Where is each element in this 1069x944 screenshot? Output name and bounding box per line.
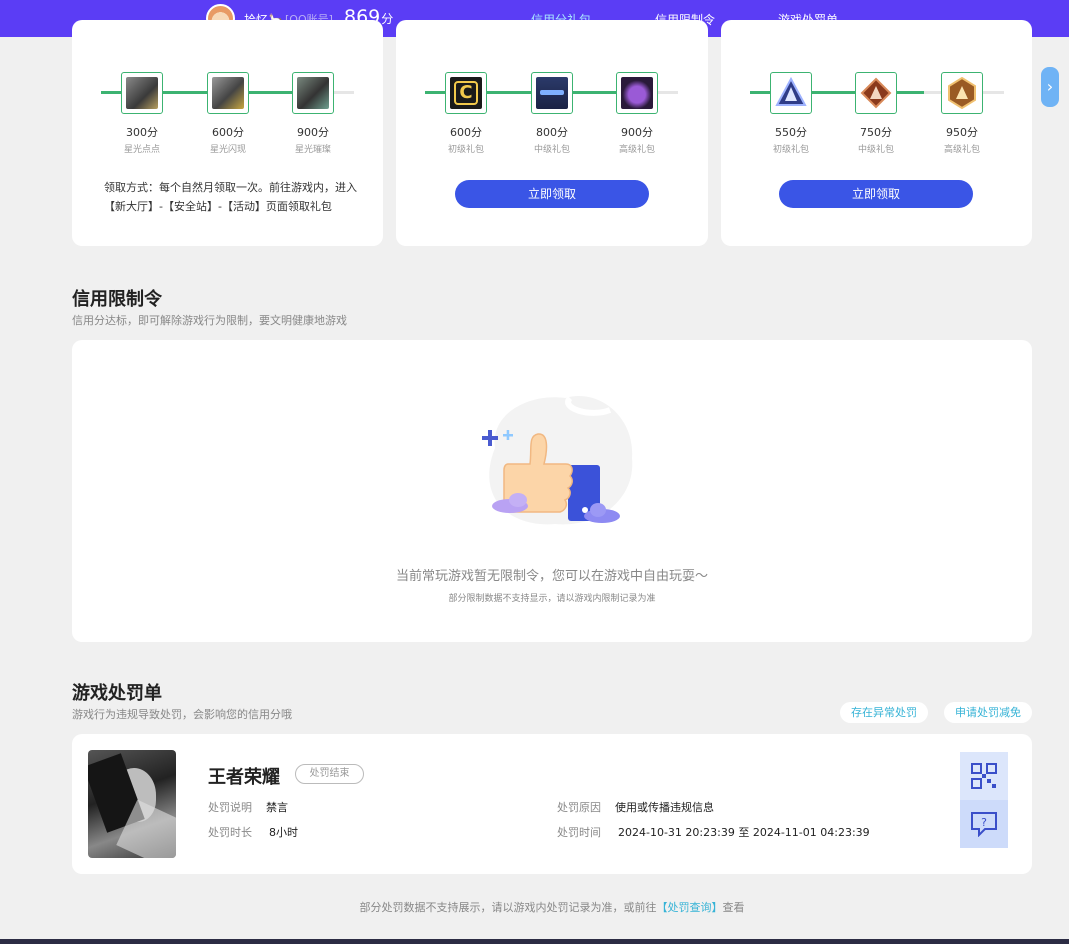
reward-name: 中级礼包 (533, 145, 570, 155)
reward-name: 星光璀璨 (294, 145, 331, 155)
penalty-reason-value: 使用或传播违规信息 (615, 801, 714, 814)
penalty-footnote: 部分处罚数据不支持展示，请以游戏内处罚记录为准，或前往【处罚查询】查看 (359, 901, 745, 914)
penalty-section-title: 游戏处罚单 (72, 683, 162, 704)
reward-item[interactable] (207, 72, 249, 114)
rank-badge-icon (860, 77, 892, 109)
reward-item[interactable]: C (445, 72, 487, 114)
bottom-bar (0, 939, 1069, 944)
thumbs-up-empty-illustration (482, 395, 633, 525)
reward-name: 星光点点 (123, 145, 160, 155)
reward-item[interactable] (292, 72, 334, 114)
reward-points: 900分 (297, 126, 329, 139)
penalty-section-subtitle: 游戏行为违规导致处罚，会影响您的信用分哦 (72, 708, 292, 721)
qr-code-icon (971, 763, 997, 789)
chevron-right-icon: › (1046, 77, 1054, 96)
reward-name: 高级礼包 (943, 145, 980, 155)
restriction-section-subtitle: 信用分达标，即可解除游戏行为限制，要文明健康地游戏 (72, 314, 347, 327)
penalty-duration-label: 处罚时长 (208, 826, 252, 839)
status-badge: 处罚结束 (295, 764, 364, 784)
penalty-desc-value: 禁言 (266, 801, 288, 814)
empty-state-note: 部分限制数据不支持显示，请以游戏内限制记录为准 (448, 594, 656, 604)
appeal-penalty-button[interactable]: 申请处罚减免 (944, 702, 1032, 723)
rank-badge-icon (775, 76, 807, 106)
penalty-desc-label: 处罚说明 (208, 801, 252, 814)
progress-track-remaining (334, 91, 354, 94)
reward-item[interactable] (941, 72, 983, 114)
reward-name: 中级礼包 (857, 145, 894, 155)
reward-name: 高级礼包 (618, 145, 655, 155)
reward-item[interactable] (770, 72, 812, 114)
reward-points: 600分 (212, 126, 244, 139)
penalty-time-label: 处罚时间 (557, 826, 601, 839)
empty-state-message: 当前常玩游戏暂无限制令，您可以在游戏中自由玩耍～ (395, 569, 708, 584)
claim-now-button[interactable]: 立即领取 (779, 180, 973, 208)
restriction-section-title: 信用限制令 (72, 289, 162, 310)
penalty-time-value: 2024-10-31 20:23:39 至 2024-11-01 04:23:3… (618, 826, 870, 839)
reward-points: 600分 (450, 126, 482, 139)
reward-points: 900分 (621, 126, 653, 139)
feedback-button[interactable]: ? (960, 800, 1008, 848)
carousel-next-button[interactable]: › (1041, 67, 1059, 107)
reward-item[interactable] (616, 72, 658, 114)
reward-name: 星光闪现 (209, 145, 246, 155)
chat-question-icon: ? (971, 812, 997, 837)
reward-name: 初级礼包 (447, 145, 484, 155)
reward-points: 300分 (126, 126, 158, 139)
progress-track-remaining (658, 91, 678, 94)
penalty-query-link[interactable]: 【处罚查询】 (657, 901, 723, 914)
qr-code-button[interactable] (960, 752, 1008, 800)
game-name: 王者荣耀 (208, 767, 280, 788)
abnormal-penalty-button[interactable]: 存在异常处罚 (840, 702, 928, 723)
reward-item[interactable] (121, 72, 163, 114)
svg-text:?: ? (981, 816, 987, 829)
claim-now-button[interactable]: 立即领取 (455, 180, 649, 208)
claim-method-text: 领取方式：每个自然月领取一次。前往游戏内，进入【新大厅】-【安全站】-【活动】页… (104, 181, 357, 213)
penalty-duration-value: 8小时 (269, 826, 298, 839)
reward-item[interactable] (855, 72, 897, 114)
reward-points: 750分 (860, 126, 892, 139)
rank-badge-icon (948, 76, 976, 110)
reward-points: 800分 (536, 126, 568, 139)
reward-points: 950分 (946, 126, 978, 139)
game-hero-image (88, 750, 176, 858)
penalty-reason-label: 处罚原因 (557, 801, 601, 814)
reward-name: 初级礼包 (772, 145, 809, 155)
reward-item[interactable] (531, 72, 573, 114)
reward-points: 550分 (775, 126, 807, 139)
